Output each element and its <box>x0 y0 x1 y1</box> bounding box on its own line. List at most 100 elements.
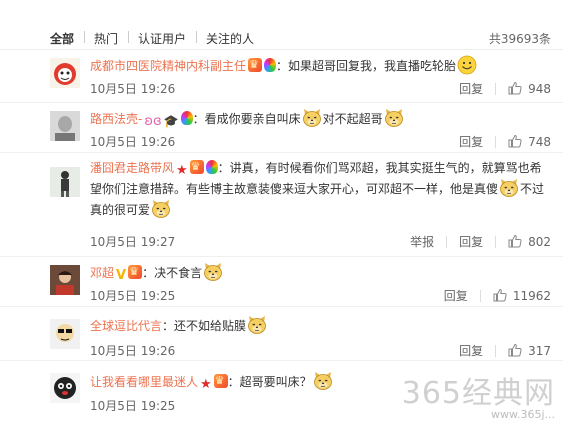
doge-emoji-icon <box>247 315 267 335</box>
comment-body: 全球逗比代言：还不如给贴膜 <box>90 315 551 336</box>
comment-date: 10月5日 19:27 <box>90 235 176 249</box>
comment-date: 10月5日 19:26 <box>90 135 176 149</box>
reply-button[interactable]: 回复 <box>459 233 483 250</box>
avatar[interactable] <box>50 58 80 88</box>
comment-date: 10月5日 19:26 <box>90 82 176 96</box>
comment-date: 10月5日 19:26 <box>90 344 176 358</box>
doge-emoji-icon <box>384 108 404 128</box>
comment-text: ：超哥要叫床？ <box>227 375 312 389</box>
comment-text: 望你们注意措辞。有些博主故意装傻来逗大家开心，可邓超不一样，他是真傻 <box>90 182 499 196</box>
comment-item: 全球逗比代言：还不如给贴膜 10月5日 19:26 回复 317 <box>0 307 563 361</box>
comment-actions: 回复 948 <box>459 80 551 97</box>
comment-total-count: 共39693条 <box>488 32 551 46</box>
like-button[interactable]: 11962 <box>493 288 551 303</box>
avatar[interactable] <box>50 319 80 349</box>
action-divider <box>495 82 497 95</box>
comment-actions: 回复 317 <box>459 342 551 359</box>
verified-v-icon[interactable]: V <box>116 266 126 283</box>
comment-username[interactable]: 路西法壳- <box>90 112 142 126</box>
tab-all[interactable]: 全部 <box>50 30 74 47</box>
doge-emoji-icon <box>302 108 322 128</box>
like-button[interactable]: 802 <box>508 234 551 249</box>
vip-crown-icon[interactable] <box>248 55 263 75</box>
reply-button[interactable]: 回复 <box>459 342 483 359</box>
avatar[interactable] <box>50 265 80 295</box>
tab-divider <box>196 31 197 43</box>
vip-crown-icon[interactable] <box>213 371 228 391</box>
comment-text: 对不起超哥 <box>322 112 383 126</box>
reply-button[interactable]: 回复 <box>459 80 483 97</box>
comment-filter-tabs: 全部 热门 认证用户 关注的人 共39693条 <box>0 0 563 50</box>
lightbulb-icon[interactable] <box>205 160 218 174</box>
tab-verified[interactable]: 认证用户 <box>138 30 186 47</box>
like-button[interactable]: 317 <box>508 343 551 358</box>
star-icon[interactable]: ★ <box>176 161 188 178</box>
doge-emoji-icon <box>151 199 171 219</box>
doge-emoji-icon <box>203 262 223 282</box>
action-divider <box>495 344 497 357</box>
comment-date: 10月5日 19:25 <box>90 399 176 413</box>
report-button[interactable]: 举报 <box>410 233 434 250</box>
comment-body: 潘囧君走路带风★ ：讲真，有时候看你们骂邓超，我其实挺生气的，就算骂也希 望你们注… <box>90 157 551 220</box>
comment-item: 成都市四医院精神内科副主任 ：如果超哥回复我，我直播吃轮胎 10月5日 19:26… <box>0 50 563 103</box>
action-divider <box>446 235 448 248</box>
comment-text: ：如果超哥回复我，我直播吃轮胎 <box>276 59 457 73</box>
lightbulb-icon[interactable] <box>180 111 193 125</box>
like-button[interactable]: 748 <box>508 134 551 149</box>
star-icon[interactable]: ★ <box>200 375 212 392</box>
like-count: 11962 <box>512 289 551 303</box>
comment-body: 成都市四医院精神内科副主任 ：如果超哥回复我，我直播吃轮胎 <box>90 55 551 76</box>
comment-body: 让我看看哪里最迷人★ ：超哥要叫床？ <box>90 371 551 392</box>
lightbulb-icon[interactable] <box>264 58 277 72</box>
reply-button[interactable]: 回复 <box>444 287 468 304</box>
like-count: 317 <box>528 344 551 358</box>
thumbs-up-icon <box>508 134 522 148</box>
comment-username[interactable]: 潘囧君走路带风 <box>90 161 174 175</box>
avatar[interactable] <box>50 167 80 197</box>
comment-item: 潘囧君走路带风★ ：讲真，有时候看你们骂邓超，我其实挺生气的，就算骂也希 望你们注… <box>0 153 563 257</box>
comment-text: ：看成你要亲自叫床 <box>192 112 301 126</box>
comment-body: 邓超V ：决不食言 <box>90 262 551 283</box>
comment-text: ：决不食言 <box>142 266 203 280</box>
vip-crown-icon[interactable] <box>189 157 204 177</box>
comment-actions: 回复 11962 <box>444 287 551 304</box>
comment-body: 路西法壳-ʚɞ 🎓 ：看成你要亲自叫床 对不起超哥 <box>90 108 551 129</box>
avatar[interactable] <box>50 111 80 141</box>
tab-divider <box>84 31 85 43</box>
comment-text: 真的很可爱 <box>90 203 151 217</box>
comment-date: 10月5日 19:25 <box>90 289 176 303</box>
thumbs-up-icon <box>508 343 522 357</box>
comment-username[interactable]: 让我看看哪里最迷人 <box>90 375 198 389</box>
reply-button[interactable]: 回复 <box>459 133 483 150</box>
comment-username[interactable]: 邓超 <box>90 266 114 280</box>
comment-username[interactable]: 全球逗比代言 <box>90 319 162 333</box>
action-divider <box>495 235 497 248</box>
action-divider <box>495 135 497 148</box>
comment-text: ：还不如给贴膜 <box>162 319 247 333</box>
comment-actions: 举报 回复 802 <box>410 233 551 250</box>
thumbs-up-icon <box>508 234 522 248</box>
comment-text: 不过 <box>520 182 545 196</box>
like-count: 802 <box>528 235 551 249</box>
thumbs-up-icon <box>493 288 507 302</box>
vip-crown-icon[interactable] <box>128 262 143 282</box>
avatar[interactable] <box>50 373 80 403</box>
like-count: 948 <box>528 82 551 96</box>
like-count: 748 <box>528 135 551 149</box>
comment-username[interactable]: 成都市四医院精神内科副主任 <box>90 59 246 73</box>
doge-emoji-icon <box>313 371 333 391</box>
tab-hot[interactable]: 热门 <box>94 30 118 47</box>
comment-actions: 回复 748 <box>459 133 551 150</box>
action-divider <box>479 289 481 302</box>
graduation-hat-icon[interactable]: 🎓 <box>164 111 179 128</box>
comment-item: 路西法壳-ʚɞ 🎓 ：看成你要亲自叫床 对不起超哥 10月5日 19:26 回复 748 <box>0 103 563 153</box>
like-button[interactable]: 948 <box>508 81 551 96</box>
thumbs-up-icon <box>508 81 522 95</box>
tab-following[interactable]: 关注的人 <box>206 30 254 47</box>
bunny-icon[interactable]: ʚɞ <box>144 112 161 129</box>
smile-emoji-icon <box>457 55 477 75</box>
comment-item: 邓超V ：决不食言 10月5日 19:25 回复 11962 <box>0 257 563 307</box>
comment-text: ：讲真，有时候看你们骂邓超，我其实挺生气的，就算骂也希 <box>217 161 542 175</box>
comment-item: 让我看看哪里最迷人★ ：超哥要叫床？ 10月5日 19:25 <box>0 361 563 427</box>
tab-divider <box>128 31 129 43</box>
